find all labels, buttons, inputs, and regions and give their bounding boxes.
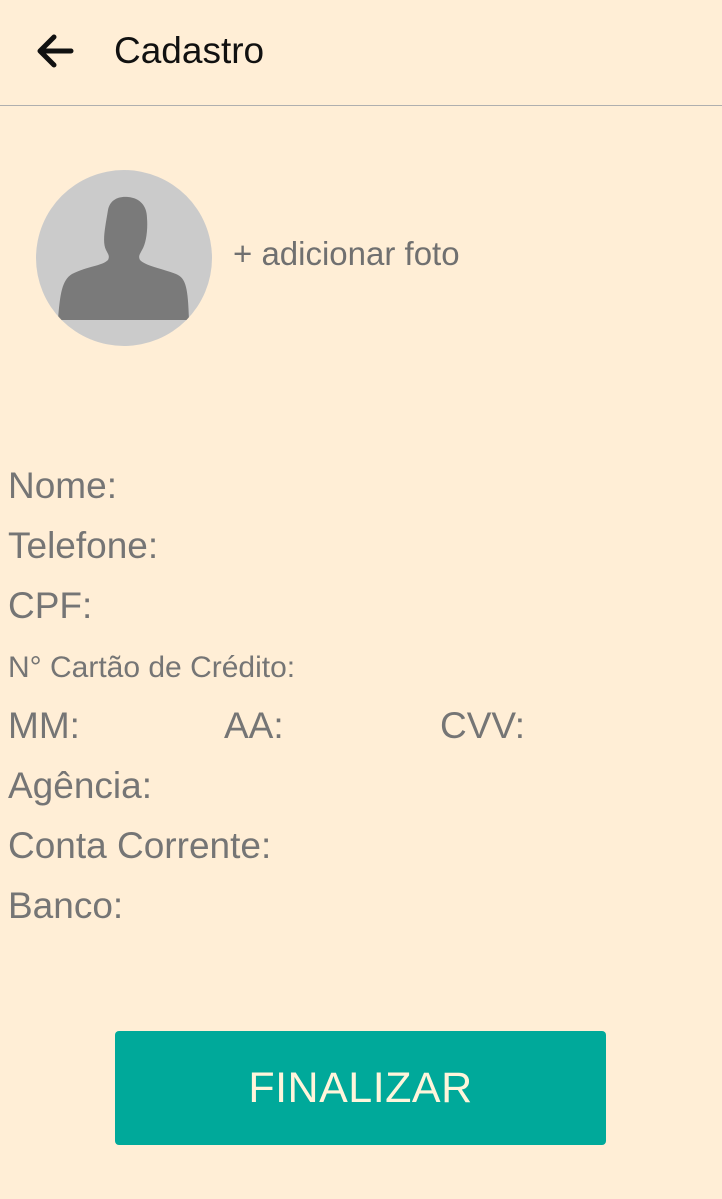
credit-card-field[interactable]: N° Cartão de Crédito:	[8, 646, 295, 690]
arrow-left-icon	[37, 34, 74, 68]
agency-field[interactable]: Agência:	[8, 764, 152, 808]
back-button[interactable]	[30, 28, 80, 74]
card-year-field[interactable]: AA:	[224, 704, 284, 748]
cpf-field[interactable]: CPF:	[8, 584, 92, 628]
phone-field[interactable]: Telefone:	[8, 524, 158, 568]
add-photo-link[interactable]: + adicionar foto	[233, 234, 460, 274]
card-month-field[interactable]: MM:	[8, 704, 80, 748]
avatar[interactable]	[36, 170, 212, 346]
app-header: Cadastro	[0, 0, 722, 106]
bank-field[interactable]: Banco:	[8, 884, 123, 928]
registration-screen: Cadastro + adicionar foto Nome: Telefone…	[0, 0, 722, 1199]
card-cvv-field[interactable]: CVV:	[440, 704, 525, 748]
finalize-button[interactable]: FINALIZAR	[115, 1031, 606, 1145]
name-field[interactable]: Nome:	[8, 464, 117, 508]
account-field[interactable]: Conta Corrente:	[8, 824, 271, 868]
page-title: Cadastro	[114, 30, 265, 71]
person-silhouette-icon	[58, 196, 189, 320]
